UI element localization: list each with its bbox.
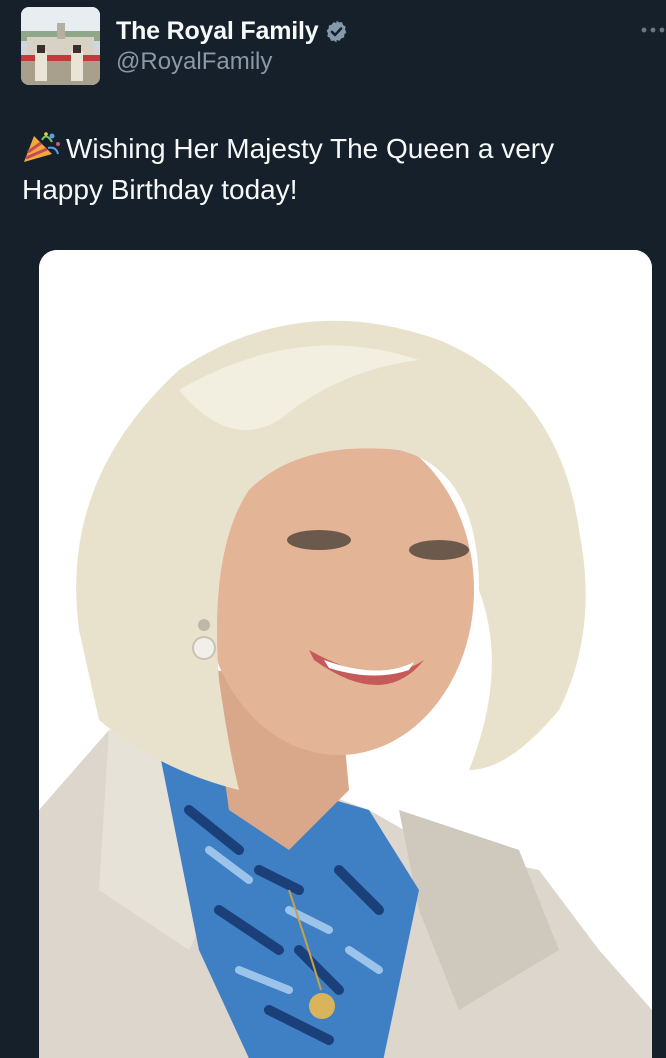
avatar[interactable]	[21, 7, 100, 85]
account-handle[interactable]: @RoyalFamily	[116, 48, 272, 76]
tweet-text-line-2: Happy Birthday today!	[22, 174, 298, 205]
account-name-row[interactable]: The Royal Family	[116, 14, 349, 48]
display-name[interactable]: The Royal Family	[116, 17, 319, 46]
more-options-icon[interactable]	[640, 22, 666, 38]
tweet-text-line-1: Wishing Her Majesty The Queen a very	[66, 133, 555, 164]
party-popper-icon	[22, 130, 62, 164]
tweet-photo[interactable]	[39, 250, 652, 1058]
verified-badge-icon	[324, 19, 349, 44]
tweet-card: The Royal Family @RoyalFamily Wishing He…	[0, 0, 666, 1058]
tweet-text: Wishing Her Majesty The Queen a very Hap…	[22, 128, 652, 210]
